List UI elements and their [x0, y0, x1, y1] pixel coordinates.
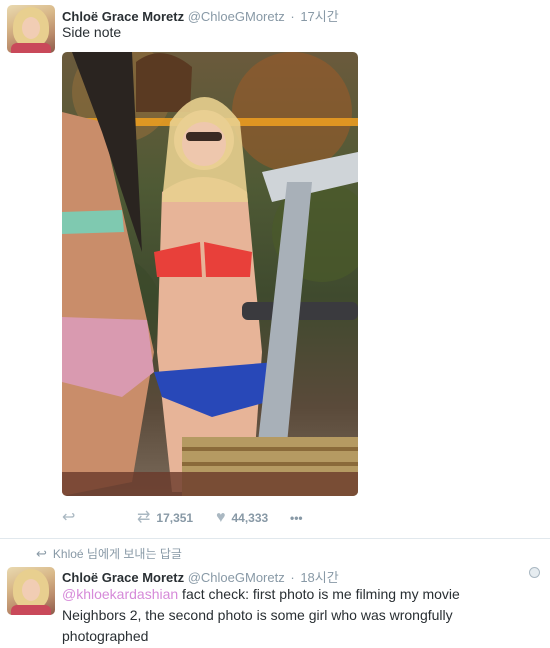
more-icon: •••: [290, 511, 303, 525]
retweet-icon: ⇄: [137, 509, 151, 526]
like-button[interactable]: ♥ 44,333: [216, 508, 268, 528]
like-count: 44,333: [231, 511, 269, 525]
avatar-shirt: [11, 43, 51, 53]
mention-link[interactable]: @khloekardashian: [62, 586, 178, 602]
separator: ·: [290, 9, 295, 24]
avatar[interactable]: [7, 5, 55, 53]
retweet-count: 17,351: [156, 511, 194, 525]
tweet-text: @khloekardashian fact check: first photo…: [62, 584, 502, 647]
heart-icon: ♥: [216, 509, 226, 526]
photo-drawing: [62, 52, 358, 496]
reply-button[interactable]: ↩: [62, 508, 81, 528]
more-button[interactable]: •••: [290, 508, 303, 528]
tweet-actions: ↩ ⇄ 17,351 ♥ 44,333 •••: [62, 508, 362, 528]
separator: ·: [290, 570, 295, 585]
avatar-shirt: [11, 605, 51, 615]
avatar-face: [22, 17, 40, 39]
tweet-text: Side note: [62, 24, 122, 40]
timestamp[interactable]: 18시간: [300, 570, 338, 585]
globe-icon: [529, 567, 540, 578]
tweet[interactable]: Chloë Grace Moretz @ChloeGMoretz · 18시간 …: [0, 538, 550, 648]
tweet-photo[interactable]: [62, 52, 358, 496]
display-name[interactable]: Chloë Grace Moretz: [62, 570, 184, 585]
avatar-face: [22, 579, 40, 601]
timestamp[interactable]: 17시간: [300, 9, 338, 24]
user-handle[interactable]: @ChloeGMoretz: [188, 570, 285, 585]
user-handle[interactable]: @ChloeGMoretz: [188, 9, 285, 24]
tweet[interactable]: Chloë Grace Moretz @ChloeGMoretz · 17시간 …: [0, 0, 550, 538]
avatar[interactable]: [7, 567, 55, 615]
reply-icon: ↩: [62, 509, 76, 526]
retweet-button[interactable]: ⇄ 17,351: [137, 508, 193, 528]
